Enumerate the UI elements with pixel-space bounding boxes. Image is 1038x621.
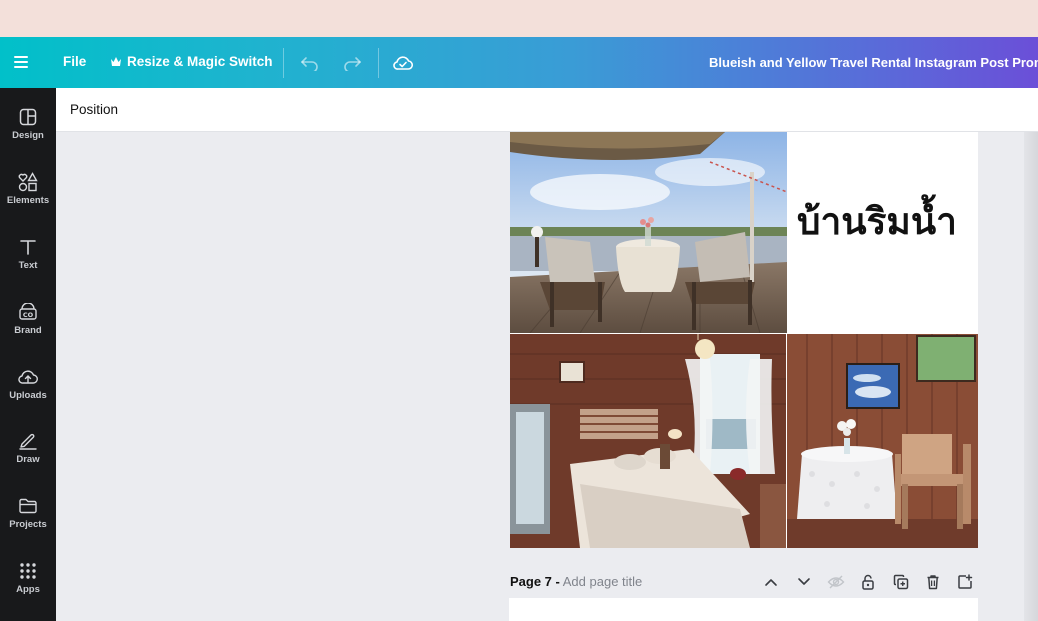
- apps-icon: [17, 560, 39, 582]
- duplicate-icon[interactable]: [891, 572, 911, 592]
- draw-icon: [17, 430, 39, 452]
- sidebar-item-elements[interactable]: Elements: [0, 169, 56, 225]
- sidebar-item-apps[interactable]: Apps: [0, 558, 56, 614]
- uploads-icon: [17, 366, 39, 388]
- chevron-down-icon[interactable]: [794, 572, 814, 592]
- hamburger-menu-icon[interactable]: [14, 53, 34, 73]
- river-deck-photo[interactable]: [510, 132, 787, 333]
- context-toolbar: Position: [56, 88, 1038, 132]
- crown-icon: [111, 54, 121, 69]
- dining-corner-photo[interactable]: [787, 334, 978, 548]
- sidebar-item-draw[interactable]: Draw: [0, 428, 56, 484]
- page-heading-text[interactable]: บ้านริมน้ำ: [797, 192, 957, 251]
- sidebar-item-brand[interactable]: CO Brand: [0, 299, 56, 355]
- sidebar-item-label: Elements: [6, 195, 50, 206]
- sidebar-item-label: Brand: [14, 325, 42, 336]
- resize-label: Resize & Magic Switch: [127, 54, 273, 69]
- canvas-scroll-gutter[interactable]: [1024, 132, 1038, 621]
- file-menu-button[interactable]: File: [63, 54, 86, 69]
- sidebar-item-label: Design: [12, 130, 44, 141]
- chevron-up-icon[interactable]: [761, 572, 781, 592]
- text-icon: [17, 236, 39, 258]
- redo-icon[interactable]: [339, 50, 365, 76]
- brand-icon: CO: [17, 301, 39, 323]
- cloud-check-icon[interactable]: [390, 50, 416, 76]
- add-page-title-input[interactable]: Add page title: [563, 574, 643, 589]
- sidebar-item-label: Projects: [9, 519, 47, 530]
- add-page-icon[interactable]: [955, 572, 975, 592]
- browser-top-strip: [0, 0, 1038, 37]
- next-design-page[interactable]: [509, 598, 978, 621]
- undo-icon[interactable]: [297, 50, 323, 76]
- document-title[interactable]: Blueish and Yellow Travel Rental Instagr…: [709, 55, 1038, 70]
- sidebar-item-uploads[interactable]: Uploads: [0, 364, 56, 420]
- sidebar-item-text[interactable]: Text: [0, 234, 56, 290]
- delete-icon[interactable]: [923, 572, 943, 592]
- header-divider: [283, 48, 284, 78]
- projects-icon: [17, 495, 39, 517]
- elements-icon: [17, 171, 39, 193]
- design-icon: [17, 106, 39, 128]
- page-number-label: Page 7 -: [510, 574, 560, 589]
- lock-icon[interactable]: [858, 572, 878, 592]
- left-sidebar: Design Elements Text CO Brand Uploads Dr…: [0, 88, 56, 621]
- sidebar-item-projects[interactable]: Projects: [0, 493, 56, 549]
- hide-icon[interactable]: [826, 572, 846, 592]
- svg-text:CO: CO: [23, 311, 34, 319]
- sidebar-item-design[interactable]: Design: [0, 104, 56, 160]
- header-divider: [378, 48, 379, 78]
- resize-magic-switch-button[interactable]: Resize & Magic Switch: [111, 54, 273, 69]
- sidebar-item-label: Apps: [16, 584, 40, 595]
- sidebar-item-label: Text: [18, 260, 38, 271]
- editor-header: File Resize & Magic Switch Blueish and Y…: [0, 37, 1038, 88]
- page-title-row: Page 7 - Add page title: [510, 574, 642, 589]
- position-button[interactable]: Position: [70, 102, 118, 117]
- sidebar-item-label: Uploads: [9, 390, 47, 401]
- bedroom-photo[interactable]: [510, 334, 786, 548]
- sidebar-item-label: Draw: [16, 454, 40, 465]
